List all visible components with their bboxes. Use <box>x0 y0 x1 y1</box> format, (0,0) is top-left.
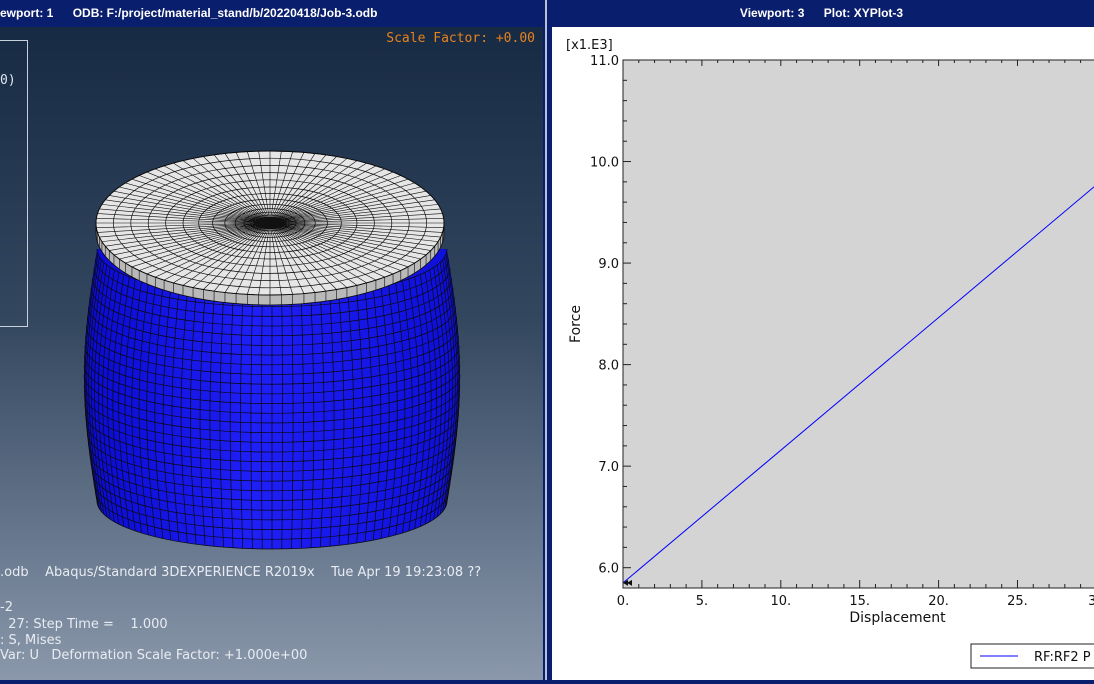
deformed-cylinder-model[interactable] <box>0 27 543 680</box>
legend-series-label: RF:RF2 P <box>1034 650 1091 665</box>
viewport-1-label: ewport: 1 <box>0 6 54 20</box>
x-tick-label: 15. <box>849 594 870 609</box>
viewport-1-title-bar: ewport: 1 ODB: F:/project/material_stand… <box>0 0 544 27</box>
y-tick-label: 9.0 <box>598 257 619 272</box>
x-tick-label: 0. <box>617 594 629 609</box>
x-tick-label: 30 <box>1088 594 1094 609</box>
plot-area <box>622 59 1094 589</box>
y-tick-label: 6.0 <box>598 562 619 577</box>
xy-plot[interactable]: 6.07.08.09.010.011.0 0.5.10.15.20.25.30 … <box>552 27 1094 680</box>
y-axis-multiplier: [x1.E3] <box>566 38 613 53</box>
y-tick-label: 8.0 <box>598 359 619 374</box>
x-tick-label: 25. <box>1007 594 1028 609</box>
viewport-3-label: Viewport: 3 <box>739 6 805 20</box>
y-axis-label: Force <box>568 305 584 343</box>
info-primary-var-line: : S, Mises <box>0 633 62 648</box>
info-step-line: -2 <box>0 600 13 615</box>
info-odb-line: .odb Abaqus/Standard 3DEXPERIENCE R2019x… <box>0 565 482 580</box>
y-tick-label: 7.0 <box>598 460 619 475</box>
bottom-border <box>0 680 1094 684</box>
scale-factor-label: Scale Factor: +0.00 <box>386 31 535 46</box>
x-tick-label: 5. <box>696 594 708 609</box>
info-deformed-var-line: Var: U Deformation Scale Factor: +1.000e… <box>0 648 308 663</box>
info-increment-line: 27: Step Time = 1.000 <box>0 617 168 632</box>
x-tick-label: 10. <box>770 594 791 609</box>
y-tick-label: 10.0 <box>590 156 619 171</box>
viewport-3-title-bar: Viewport: 3 Plot: XYPlot-3 <box>549 0 1094 27</box>
top-plate <box>95 150 445 306</box>
odb-path-label: ODB: F:/project/material_stand/b/2022041… <box>72 6 378 20</box>
legend-fragment-text: 0) <box>0 73 16 88</box>
plot-legend[interactable]: RF:RF2 P <box>970 643 1094 669</box>
viewport-1-canvas[interactable]: 0) Scale Factor: +0.00 .odb Abaqus/Stand… <box>0 27 543 680</box>
x-axis-label: Displacement <box>849 610 946 626</box>
viewport-separator-highlight <box>545 0 547 684</box>
plate-center-node <box>254 217 286 229</box>
x-tick-label: 20. <box>928 594 949 609</box>
y-tick-label: 11.0 <box>590 54 619 69</box>
viewport-3-canvas[interactable]: 6.07.08.09.010.011.0 0.5.10.15.20.25.30 … <box>552 27 1094 680</box>
xyplot-label: Plot: XYPlot-3 <box>823 6 904 20</box>
